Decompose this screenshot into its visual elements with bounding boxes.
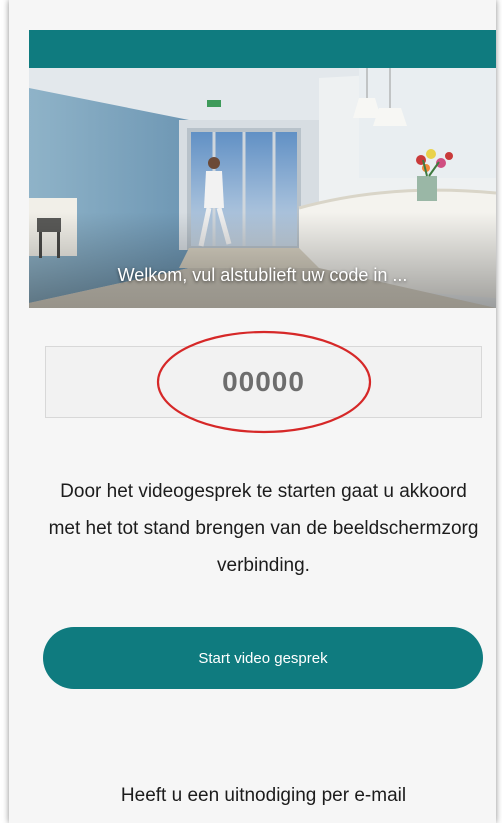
consent-text: Door het videogesprek te starten gaat u …	[48, 481, 479, 576]
invitation-text: Heeft u een uitnodiging per e-mail	[120, 785, 407, 806]
start-video-call-button[interactable]: Start video gesprek	[43, 627, 483, 689]
hero-image: Welkom, vul alstublieft uw code in ...	[29, 68, 496, 308]
code-input[interactable]	[45, 346, 482, 418]
welcome-message: Welkom, vul alstublieft uw code in ...	[117, 265, 408, 285]
app-frame: Welkom, vul alstublieft uw code in ... D…	[9, 0, 496, 823]
header-bar	[29, 30, 496, 68]
